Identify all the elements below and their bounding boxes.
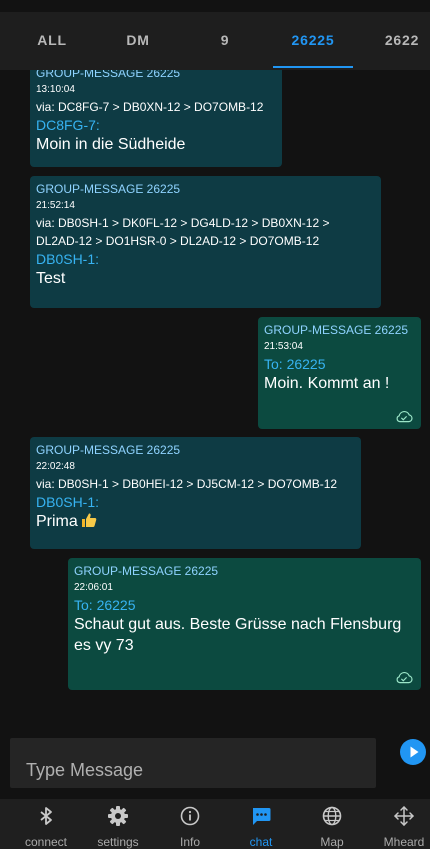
app-root: ALL DM 9 26225 2622 GROUP-MESSAGE 26225 …: [0, 0, 430, 849]
tab-label: 2622: [384, 32, 420, 48]
message-route: via: DB0SH-1 > DB0HEI-12 > DJ5CM-12 > DO…: [36, 477, 338, 491]
message-text: Prima: [36, 513, 78, 530]
channel-tab-bar: ALL DM 9 26225 2622: [0, 12, 430, 70]
send-button[interactable]: [400, 739, 426, 765]
gear-icon: [108, 806, 128, 826]
chat-icon: [253, 808, 271, 825]
tab-dm[interactable]: DM: [98, 12, 178, 70]
message-input[interactable]: [10, 738, 376, 788]
nav-chat[interactable]: chat: [226, 799, 296, 849]
cloud-check-icon: [396, 410, 413, 423]
bottom-navigation: connect settings Info chat Map Mheard: [0, 799, 430, 849]
message-time: 22:02:48: [36, 461, 75, 472]
tab-all[interactable]: ALL: [12, 12, 92, 70]
message-sender: DB0SH-1:: [36, 251, 100, 267]
message-bubble-outgoing[interactable]: GROUP-MESSAGE 26225 21:53:04 To: 26225 M…: [258, 317, 421, 429]
message-bubble-outgoing[interactable]: GROUP-MESSAGE 26225 22:06:01 To: 26225 S…: [68, 558, 421, 690]
message-sender: DB0SH-1:: [36, 494, 100, 510]
message-bubble-incoming[interactable]: GROUP-MESSAGE 26225 22:02:48 via: DB0SH-…: [30, 437, 361, 549]
message-header: GROUP-MESSAGE 26225: [36, 70, 181, 80]
cloud-check-icon: [396, 671, 413, 684]
bluetooth-icon: [40, 807, 52, 825]
move-icon: [394, 806, 414, 826]
nav-connect[interactable]: connect: [11, 799, 81, 849]
message-input-container: [10, 738, 376, 788]
message-text: Schaut gut aus. Beste Grüsse nach Flensb…: [74, 616, 402, 633]
message-text: Test: [36, 270, 66, 287]
message-route: via: DC8FG-7 > DB0XN-12 > DO7OMB-12: [36, 100, 264, 114]
message-text: Moin in die Südheide: [36, 136, 186, 153]
tab-26225[interactable]: 26225: [265, 12, 361, 70]
message-time: 21:53:04: [264, 341, 303, 352]
message-bubble-incoming[interactable]: GROUP-MESSAGE 26225 21:52:14 via: DB0SH-…: [30, 176, 381, 308]
message-recipient: To: 26225: [264, 356, 326, 372]
nav-info[interactable]: Info: [155, 799, 225, 849]
globe-icon: [322, 806, 342, 826]
tab-label: ALL: [37, 32, 67, 48]
tab-label: 26225: [291, 32, 335, 48]
send-icon: [410, 746, 419, 758]
message-header: GROUP-MESSAGE 26225: [74, 564, 219, 578]
nav-map[interactable]: Map: [297, 799, 367, 849]
tab-label: 9: [220, 32, 230, 48]
message-bubble-incoming[interactable]: GROUP-MESSAGE 26225 13:10:04 via: DC8FG-…: [30, 70, 282, 167]
message-time: 13:10:04: [36, 84, 75, 95]
active-tab-indicator: [273, 66, 353, 68]
info-icon: [180, 806, 200, 826]
message-text-continued: es vy 73: [74, 637, 134, 654]
message-route-continued: DL2AD-12 > DO1HSR-0 > DL2AD-12 > DO7OMB-…: [36, 234, 320, 248]
message-route: via: DB0SH-1 > DK0FL-12 > DG4LD-12 > DB0…: [36, 216, 330, 230]
message-header: GROUP-MESSAGE 26225: [36, 443, 181, 457]
nav-mheard[interactable]: Mheard: [369, 799, 430, 849]
nav-settings[interactable]: settings: [83, 799, 153, 849]
message-header: GROUP-MESSAGE 26225: [264, 323, 409, 337]
message-text: Moin. Kommt an !: [264, 375, 390, 392]
message-text-row: Prima: [36, 511, 355, 532]
message-time: 22:06:01: [74, 582, 113, 593]
message-sender: DC8FG-7:: [36, 117, 100, 133]
thumbs-up-icon: [81, 513, 97, 527]
message-recipient: To: 26225: [74, 597, 136, 613]
message-header: GROUP-MESSAGE 26225: [36, 182, 181, 196]
nav-label: Mheard: [383, 835, 425, 849]
tab-label: DM: [126, 32, 150, 48]
tab-9[interactable]: 9: [185, 12, 265, 70]
chat-message-list[interactable]: GROUP-MESSAGE 26225 13:10:04 via: DC8FG-…: [0, 70, 430, 730]
message-time: 21:52:14: [36, 200, 75, 211]
tab-2622[interactable]: 2622: [366, 12, 430, 70]
